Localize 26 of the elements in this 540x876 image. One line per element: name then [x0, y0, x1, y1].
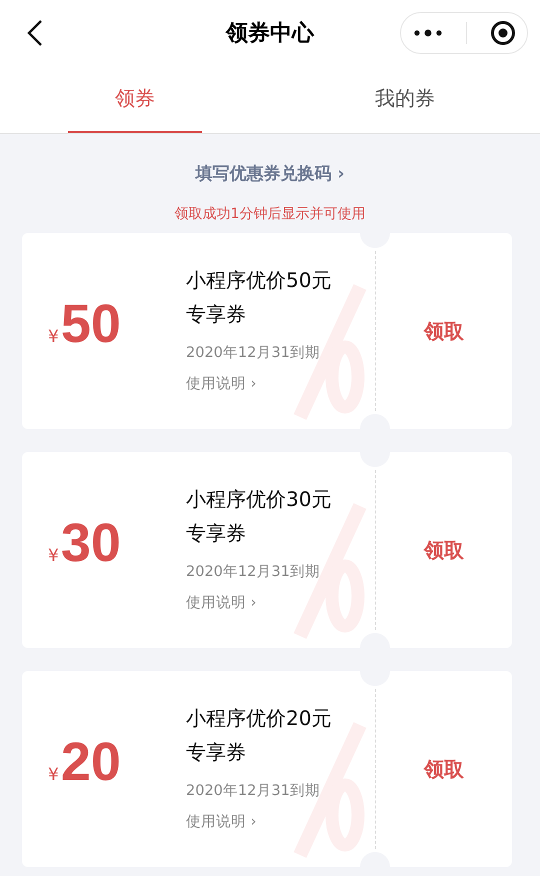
- expiry-date: 2020年12月31到期: [186, 344, 321, 362]
- instructions-link[interactable]: 使用说明 ›: [186, 593, 272, 612]
- instructions-link[interactable]: 使用说明 ›: [186, 812, 272, 831]
- tab[interactable]: 领券: [68, 65, 202, 133]
- coupon-title: 小程序优价50元专享券: [186, 267, 332, 328]
- currency-symbol: ¥: [48, 765, 59, 785]
- more-icon[interactable]: [412, 28, 442, 38]
- redeem-code-link[interactable]: 填写优惠券兑换码 ›: [170, 162, 370, 185]
- notice-text: 领取成功1分钟后显示并可使用: [174, 205, 366, 223]
- currency-symbol: ¥: [48, 327, 59, 347]
- claim-button[interactable]: 领取: [424, 536, 464, 564]
- window-title: 领券中心: [224, 20, 316, 48]
- coupon-title: 小程序优价20元专享券: [186, 705, 332, 766]
- currency-symbol: ¥: [48, 546, 59, 566]
- expiry-date: 2020年12月31到期: [186, 563, 321, 581]
- coupon-amount: 30: [60, 516, 121, 570]
- close-icon[interactable]: [490, 20, 516, 46]
- tab[interactable]: 我的券: [338, 65, 472, 133]
- coupon-amount: 50: [60, 297, 121, 351]
- expiry-date: 2020年12月31到期: [186, 782, 321, 800]
- coupon-title: 小程序优价30元专享券: [186, 486, 332, 547]
- claim-button[interactable]: 领取: [424, 756, 464, 782]
- instructions-link[interactable]: 使用说明 ›: [186, 374, 272, 393]
- claim-button[interactable]: 领取: [424, 318, 464, 344]
- back-icon[interactable]: [26, 18, 44, 46]
- coupon-amount: 20: [60, 735, 121, 789]
